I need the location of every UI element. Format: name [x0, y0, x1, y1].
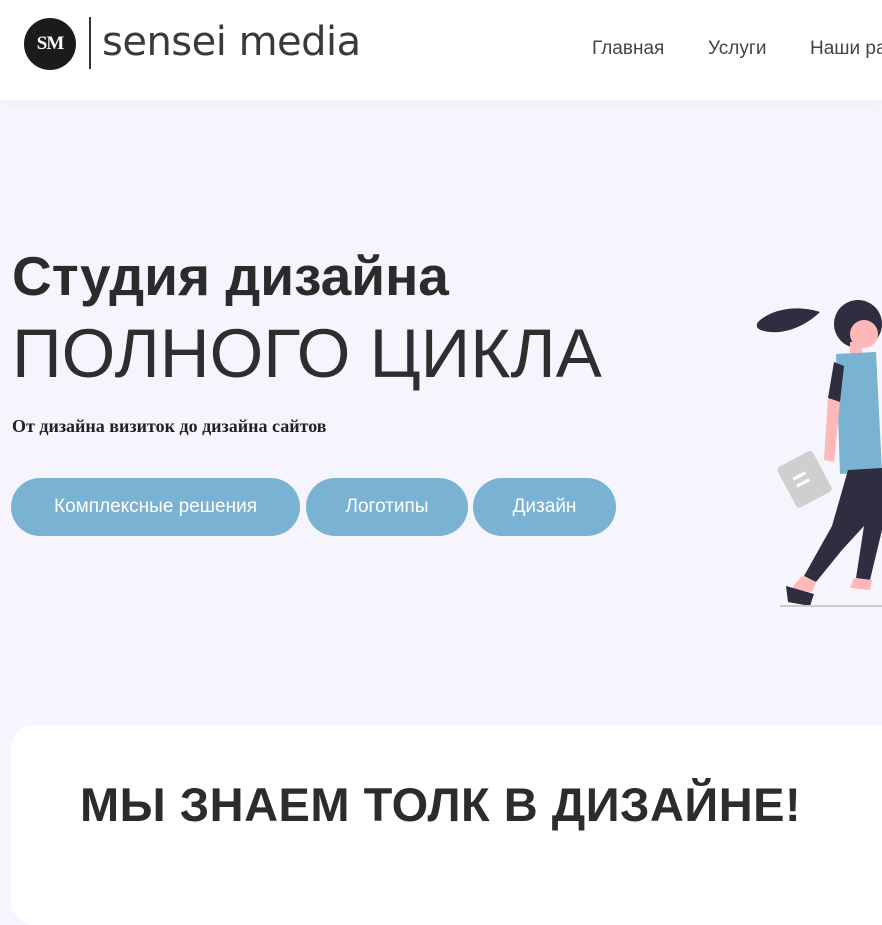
logos-button[interactable]: Логотипы [306, 478, 468, 536]
section-title: МЫ ЗНАЕМ ТОЛК В ДИЗАЙНЕ! [80, 778, 802, 831]
nav-item-works[interactable]: Наши ра [810, 38, 882, 60]
logo-divider [89, 17, 91, 69]
nav-item-home[interactable]: Главная [592, 38, 664, 60]
site-header: SM sensei media Главная Услуги Наши ра [0, 0, 882, 100]
hero-subtitle: ПОЛНОГО ЦИКЛА [12, 315, 602, 392]
nav-item-services[interactable]: Услуги [708, 38, 766, 60]
woman-walking-illustration [756, 300, 882, 607]
logo-text[interactable]: sensei media [102, 18, 361, 66]
design-button[interactable]: Дизайн [473, 478, 616, 536]
logo-mark[interactable]: SM [24, 18, 76, 70]
hero-tagline: От дизайна визиток до дизайна сайтов [12, 416, 327, 436]
hero-title: Студия дизайна [12, 245, 449, 307]
complex-solutions-button[interactable]: Комплексные решения [11, 478, 300, 536]
